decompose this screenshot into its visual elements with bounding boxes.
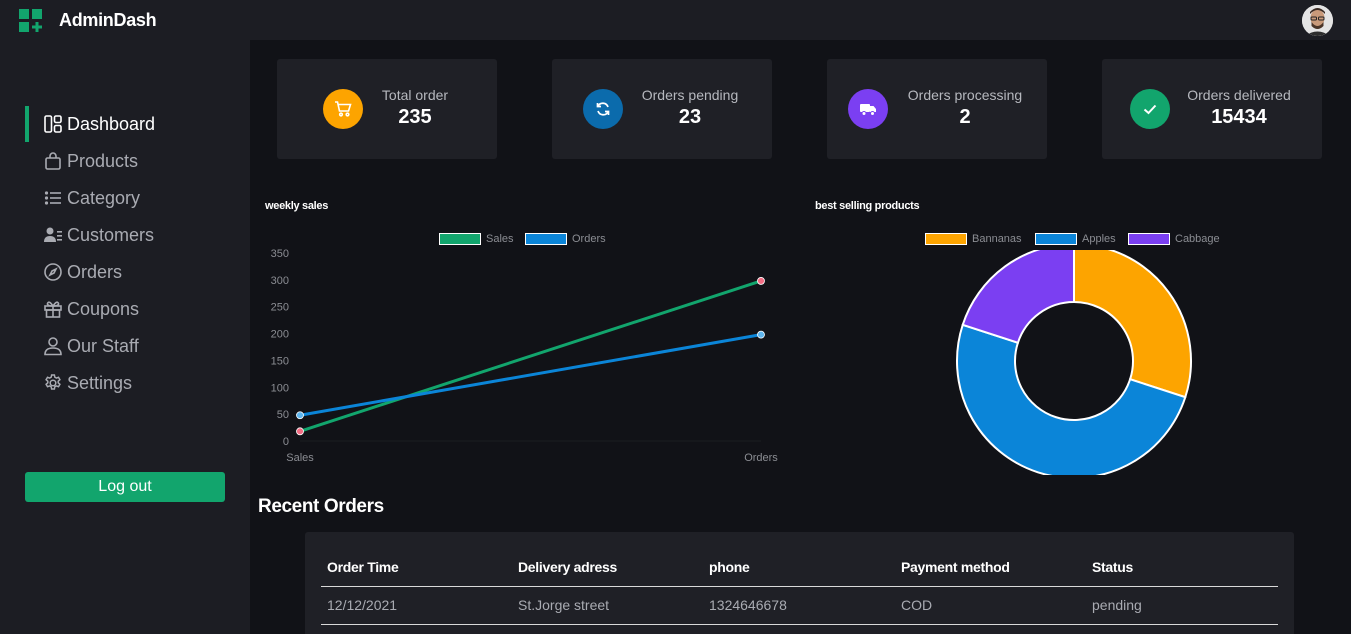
table-cell: COD — [901, 597, 933, 613]
y-tick-label: 350 — [271, 248, 289, 260]
y-tick-label: 300 — [271, 275, 289, 287]
sidebar-item-label: Coupons — [67, 298, 140, 319]
sidebar-item-our-staff[interactable]: Our Staff — [42, 331, 139, 361]
stat-value: 235 — [398, 106, 432, 128]
user-icon — [42, 336, 63, 357]
top-bar: AdminDash — [0, 0, 1351, 40]
recent-orders-table: Order Time Delivery adress phone Payment… — [305, 532, 1294, 634]
stat-card-orders-delivered: Orders delivered 15434 — [1102, 59, 1322, 159]
stat-label: Orders processing — [907, 87, 1023, 103]
column-header[interactable]: Payment method — [901, 559, 1010, 575]
sidebar-item-label: Customers — [67, 224, 155, 245]
legend-label-orders[interactable]: Orders — [572, 233, 606, 245]
stat-value: 15434 — [1211, 106, 1267, 128]
donut-chart-title: best selling products — [815, 200, 920, 212]
series-line-orders — [299, 333, 762, 417]
y-tick-label: 100 — [271, 382, 289, 394]
header-divider — [321, 586, 1278, 587]
data-point-orders — [757, 330, 765, 339]
sidebar-item-customers[interactable]: Customers — [42, 220, 154, 250]
legend-swatch-cabbage[interactable] — [1128, 233, 1170, 245]
sidebar-item-label: Products — [67, 150, 139, 171]
active-indicator — [25, 106, 29, 142]
sidebar: Dashboard Products Category Customers Or… — [0, 40, 250, 634]
refresh-icon — [583, 89, 623, 129]
sidebar-item-label: Settings — [67, 372, 133, 393]
stat-value: 2 — [959, 106, 971, 128]
legend-swatch-apples[interactable] — [1035, 233, 1077, 245]
y-tick-label: 0 — [283, 436, 289, 448]
truck-icon — [848, 89, 888, 129]
logo-icon — [19, 9, 43, 33]
legend-label-sales[interactable]: Sales — [486, 233, 514, 245]
slice-bannanas — [1073, 242, 1192, 399]
y-tick-label: 50 — [277, 409, 289, 421]
sidebar-item-settings[interactable]: Settings — [42, 368, 132, 398]
gear-icon — [42, 373, 63, 394]
legend-label-cabbage[interactable]: Cabbage — [1175, 233, 1220, 245]
sidebar-item-label: Dashboard — [67, 113, 156, 134]
y-tick-label: 250 — [271, 302, 289, 314]
sidebar-item-label: Our Staff — [67, 335, 139, 356]
y-tick-label: 150 — [271, 355, 289, 367]
data-point-orders — [296, 411, 304, 420]
stat-label: Orders pending — [641, 87, 739, 103]
line-chart-title: weekly sales — [265, 200, 329, 212]
table-cell: 1324646678 — [709, 597, 787, 613]
users-icon — [42, 225, 63, 246]
column-header[interactable]: Delivery adress — [518, 559, 617, 575]
dashboard-icon — [42, 114, 63, 135]
sidebar-item-dashboard[interactable]: Dashboard — [42, 109, 155, 139]
sidebar-item-coupons[interactable]: Coupons — [42, 294, 139, 324]
sidebar-item-label: Category — [67, 187, 141, 208]
logout-button[interactable]: Log out — [25, 472, 225, 502]
stat-label: Total order — [381, 87, 449, 103]
stat-label: Orders delivered — [1187, 87, 1291, 103]
sidebar-item-label: Orders — [67, 261, 123, 282]
stat-card-orders-processing: Orders processing 2 — [827, 59, 1047, 159]
shopping-bag-icon — [42, 151, 63, 172]
column-header[interactable]: phone — [709, 559, 750, 575]
line-chart: 0 50 100 150 200 250 300 350 Sales Orders — [255, 245, 795, 475]
column-header[interactable]: Order Time — [327, 559, 399, 575]
compass-icon — [42, 262, 63, 283]
data-point-sales — [757, 277, 765, 285]
legend-label-bannanas[interactable]: Bannanas — [972, 233, 1022, 245]
gift-icon — [42, 299, 63, 320]
stat-card-orders-pending: Orders pending 23 — [552, 59, 772, 159]
table-cell: 12/12/2021 — [327, 597, 398, 613]
donut-chart — [950, 242, 1200, 480]
recent-orders-title: Recent Orders — [258, 496, 384, 517]
legend-swatch-sales[interactable] — [439, 233, 481, 245]
row-divider — [321, 624, 1278, 625]
app-name: AdminDash — [59, 10, 157, 30]
list-icon — [42, 188, 63, 209]
sidebar-item-category[interactable]: Category — [42, 183, 140, 213]
avatar[interactable] — [1302, 5, 1333, 36]
legend-label-apples[interactable]: Apples — [1082, 233, 1116, 245]
table-cell: St.Jorge street — [518, 597, 610, 613]
legend-swatch-orders[interactable] — [525, 233, 567, 245]
sidebar-item-orders[interactable]: Orders — [42, 257, 122, 287]
column-header[interactable]: Status — [1092, 559, 1133, 575]
data-point-sales — [296, 427, 304, 436]
x-tick-label: Sales — [286, 452, 314, 464]
slice-cabbage — [961, 242, 1075, 345]
y-tick-label: 200 — [271, 329, 289, 341]
table-cell: pending — [1092, 597, 1142, 613]
stat-value: 23 — [678, 106, 702, 128]
sidebar-item-products[interactable]: Products — [42, 146, 138, 176]
check-icon — [1130, 89, 1170, 129]
series-line-sales — [299, 279, 762, 433]
x-tick-label: Orders — [744, 452, 778, 464]
cart-icon — [323, 89, 363, 129]
legend-swatch-bannanas[interactable] — [925, 233, 967, 245]
stat-card-total-order: Total order 235 — [277, 59, 497, 159]
